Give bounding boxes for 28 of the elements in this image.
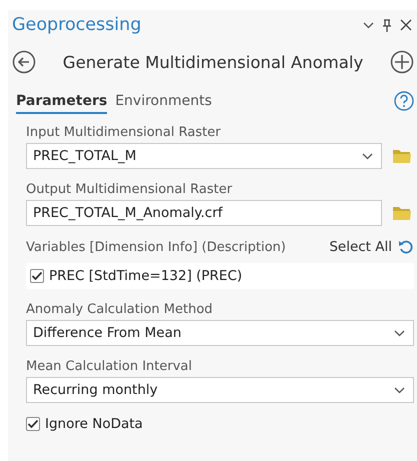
field-label: Output Multidimensional Raster — [26, 182, 234, 197]
add-icon[interactable] — [390, 50, 414, 74]
refresh-icon[interactable] — [398, 239, 414, 255]
tab[interactable]: Parameters — [16, 88, 108, 114]
pin-icon[interactable] — [382, 18, 392, 32]
field-label: Anomaly Calculation Method — [26, 302, 214, 317]
checkbox[interactable] — [26, 417, 40, 431]
checkbox[interactable] — [30, 269, 44, 283]
tab[interactable]: Environments — [115, 88, 212, 114]
back-icon[interactable] — [12, 50, 36, 74]
options-chevron-icon — [363, 22, 374, 28]
chevron-down-icon — [362, 152, 373, 160]
help-icon[interactable] — [394, 91, 414, 111]
checkbox-label: PREC [StdTime=132] (PREC) — [49, 268, 242, 284]
close-icon[interactable] — [400, 19, 412, 31]
tool-title: Generate Multidimensional Anomaly — [62, 52, 364, 72]
pane-title: Geoprocessing — [12, 15, 142, 35]
field-label: Mean Calculation Interval — [26, 359, 193, 374]
input-field[interactable]: PREC_TOTAL_M_Anomaly.crf — [26, 200, 382, 226]
dropdown[interactable]: Recurring monthly — [26, 377, 414, 403]
field-label: Input Multidimensional Raster — [26, 125, 222, 140]
combo-box[interactable]: PREC_TOTAL_M — [26, 143, 382, 169]
field-label: Variables [Dimension Info] (Description) — [26, 240, 287, 254]
select-all-link[interactable]: Select All — [329, 239, 392, 255]
dropdown[interactable]: Difference From Mean — [26, 320, 414, 346]
chevron-down-icon — [394, 330, 405, 336]
checkbox-label: Ignore NoData — [45, 416, 143, 432]
chevron-down-icon — [394, 386, 405, 394]
